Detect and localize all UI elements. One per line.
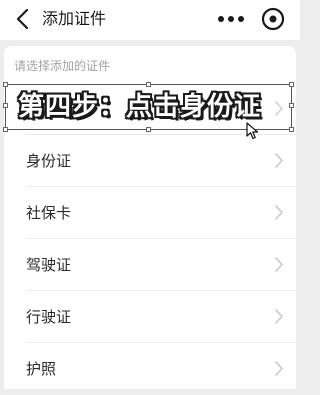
section-label: 请选择添加的证件 (14, 59, 111, 73)
chevron-right-icon (275, 309, 283, 324)
title-bar: 添加证件 (0, 0, 300, 40)
selection-handle (289, 82, 294, 87)
mini-program-capsule (210, 4, 294, 34)
close-circle-icon[interactable] (256, 4, 290, 34)
list-item-label: 社保卡 (26, 204, 72, 222)
list-item-passport[interactable]: 护照 (4, 343, 296, 395)
selection-handle (146, 82, 151, 87)
more-dots-icon[interactable] (213, 4, 249, 34)
page-title: 添加证件 (42, 9, 107, 28)
list-item-label: 行驶证 (26, 308, 72, 326)
list-item-driver-license[interactable]: 驾驶证 (4, 239, 296, 291)
chevron-right-icon (275, 153, 283, 168)
list-item-vehicle-license[interactable]: 行驶证 (4, 291, 296, 343)
selection-handle (3, 103, 8, 108)
list-item-id-card[interactable]: 身份证 (4, 135, 296, 187)
chevron-right-icon (275, 257, 283, 272)
selection-handle (3, 127, 8, 132)
selection-handle (289, 127, 294, 132)
selection-handle (289, 103, 294, 108)
tutorial-step-caption: 第四步：点击身份证 (18, 92, 262, 122)
chevron-right-icon (275, 361, 283, 376)
selection-handle (3, 82, 8, 87)
list-item-social-security-card[interactable]: 社保卡 (4, 187, 296, 239)
list-item-label: 护照 (26, 360, 57, 378)
chevron-left-icon[interactable] (11, 6, 37, 32)
list-item-label: 驾驶证 (26, 256, 72, 274)
list-item-label: 身份证 (26, 152, 72, 170)
chevron-right-icon (275, 205, 283, 220)
mouse-pointer-icon (246, 122, 259, 140)
selection-handle (146, 127, 151, 132)
